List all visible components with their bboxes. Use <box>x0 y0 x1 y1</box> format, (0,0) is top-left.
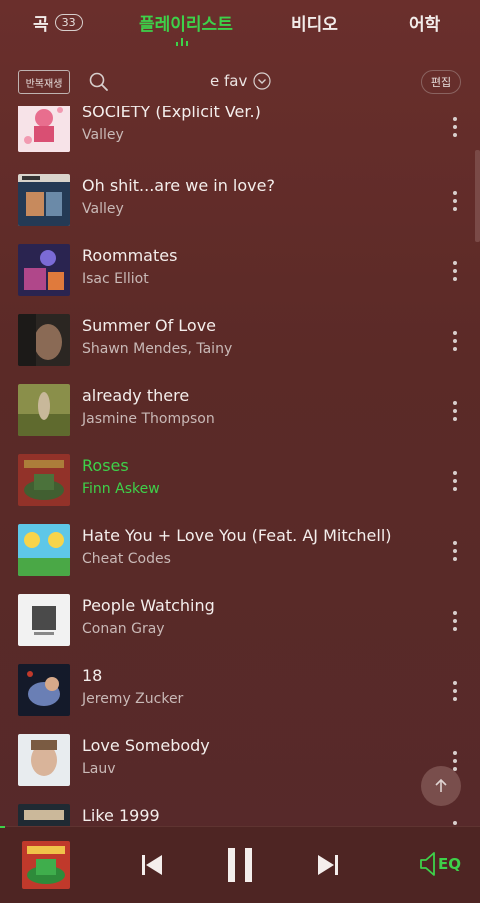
eq-button[interactable]: EQ <box>418 851 461 877</box>
pause-icon[interactable] <box>226 848 254 882</box>
more-vert-icon[interactable] <box>448 115 462 139</box>
album-art <box>18 664 70 716</box>
scrollbar[interactable] <box>475 150 480 242</box>
song-title: Like 1999 <box>82 806 160 825</box>
list-item[interactable]: Oh shit...are we in love? Valley <box>0 172 480 242</box>
scroll-to-top-button[interactable] <box>421 766 461 806</box>
more-vert-icon[interactable] <box>448 189 462 213</box>
more-vert-icon[interactable] <box>448 329 462 353</box>
mini-player: EQ <box>0 826 480 903</box>
song-artist: Jeremy Zucker <box>82 691 184 707</box>
more-vert-icon[interactable] <box>448 399 462 423</box>
edit-button[interactable]: 편집 <box>421 70 461 94</box>
song-artist: Conan Gray <box>82 621 165 637</box>
song-artist: Jasmine Thompson <box>82 411 215 427</box>
album-art <box>18 314 70 366</box>
playlist-toolbar: 반복재생 e fav 편집 <box>0 62 480 102</box>
song-artist: Valley <box>82 127 124 143</box>
album-art <box>18 804 70 826</box>
speaker-icon <box>420 852 435 876</box>
album-art <box>18 594 70 646</box>
list-item[interactable]: Hate You + Love You (Feat. AJ Mitchell) … <box>0 522 480 592</box>
song-title: Summer Of Love <box>82 316 217 335</box>
tab-active-indicator-icon <box>176 38 192 46</box>
album-art <box>18 524 70 576</box>
more-vert-icon[interactable] <box>448 259 462 283</box>
song-artist: Valley <box>82 201 124 217</box>
album-art <box>18 244 70 296</box>
song-artist: Lauv <box>82 761 116 777</box>
repeat-button[interactable]: 반복재생 <box>18 70 70 94</box>
more-vert-icon[interactable] <box>448 539 462 563</box>
list-item[interactable]: already there Jasmine Thompson <box>0 382 480 452</box>
song-title: Roommates <box>82 246 178 265</box>
top-tabs: 곡 33 플레이리스트 비디오 어학 <box>0 0 480 56</box>
song-artist: Isac Elliot <box>82 271 149 287</box>
songs-count-badge: 33 <box>54 14 83 31</box>
list-item[interactable]: People Watching Conan Gray <box>0 592 480 662</box>
list-item[interactable]: Love Somebody Lauv <box>0 732 480 802</box>
more-vert-icon[interactable] <box>448 679 462 703</box>
list-item-now-playing[interactable]: Roses Finn Askew <box>0 452 480 522</box>
song-title: SOCIETY (Explicit Ver.) <box>82 106 261 121</box>
now-playing-album-art[interactable] <box>22 841 70 889</box>
song-title: People Watching <box>82 596 215 615</box>
next-track-icon[interactable] <box>316 853 340 877</box>
list-item[interactable]: 18 Jeremy Zucker <box>0 662 480 732</box>
playlist-selector[interactable]: e fav <box>210 72 271 90</box>
tab-songs-label: 곡 <box>33 15 49 35</box>
song-title: 18 <box>82 666 103 685</box>
song-title: Oh shit...are we in love? <box>82 176 275 195</box>
album-art <box>18 174 70 226</box>
list-item[interactable]: Roommates Isac Elliot <box>0 242 480 312</box>
album-art <box>18 734 70 786</box>
song-title: Roses <box>82 456 129 475</box>
song-title: Love Somebody <box>82 736 210 755</box>
chevron-down-icon <box>253 72 271 90</box>
more-vert-icon[interactable] <box>448 819 462 826</box>
list-item[interactable]: SOCIETY (Explicit Ver.) Valley <box>0 106 480 172</box>
song-title: Hate You + Love You (Feat. AJ Mitchell) <box>82 526 392 545</box>
tab-songs[interactable]: 곡 33 <box>33 10 83 35</box>
song-list: SOCIETY (Explicit Ver.) Valley Oh shit..… <box>0 106 480 826</box>
tab-video[interactable]: 비디오 <box>291 10 338 35</box>
list-item[interactable]: Summer Of Love Shawn Mendes, Tainy <box>0 312 480 382</box>
tab-study[interactable]: 어학 <box>409 10 440 35</box>
search-icon[interactable] <box>88 71 110 93</box>
more-vert-icon[interactable] <box>448 469 462 493</box>
album-art <box>18 454 70 506</box>
previous-track-icon[interactable] <box>140 853 164 877</box>
list-item[interactable]: Like 1999 <box>0 802 480 826</box>
album-art <box>18 106 70 152</box>
arrow-up-icon <box>435 778 447 792</box>
music-app: 곡 33 플레이리스트 비디오 어학 반복재생 e fav 편집 SOCIETY… <box>0 0 480 903</box>
song-artist: Finn Askew <box>82 481 160 497</box>
playlist-name: e fav <box>210 72 248 90</box>
tab-playlist[interactable]: 플레이리스트 <box>139 10 233 35</box>
album-art <box>18 384 70 436</box>
song-title: already there <box>82 386 190 405</box>
eq-label: EQ <box>438 855 461 873</box>
playback-progress-bar[interactable] <box>0 826 5 828</box>
song-artist: Cheat Codes <box>82 551 171 567</box>
song-artist: Shawn Mendes, Tainy <box>82 341 233 357</box>
more-vert-icon[interactable] <box>448 609 462 633</box>
